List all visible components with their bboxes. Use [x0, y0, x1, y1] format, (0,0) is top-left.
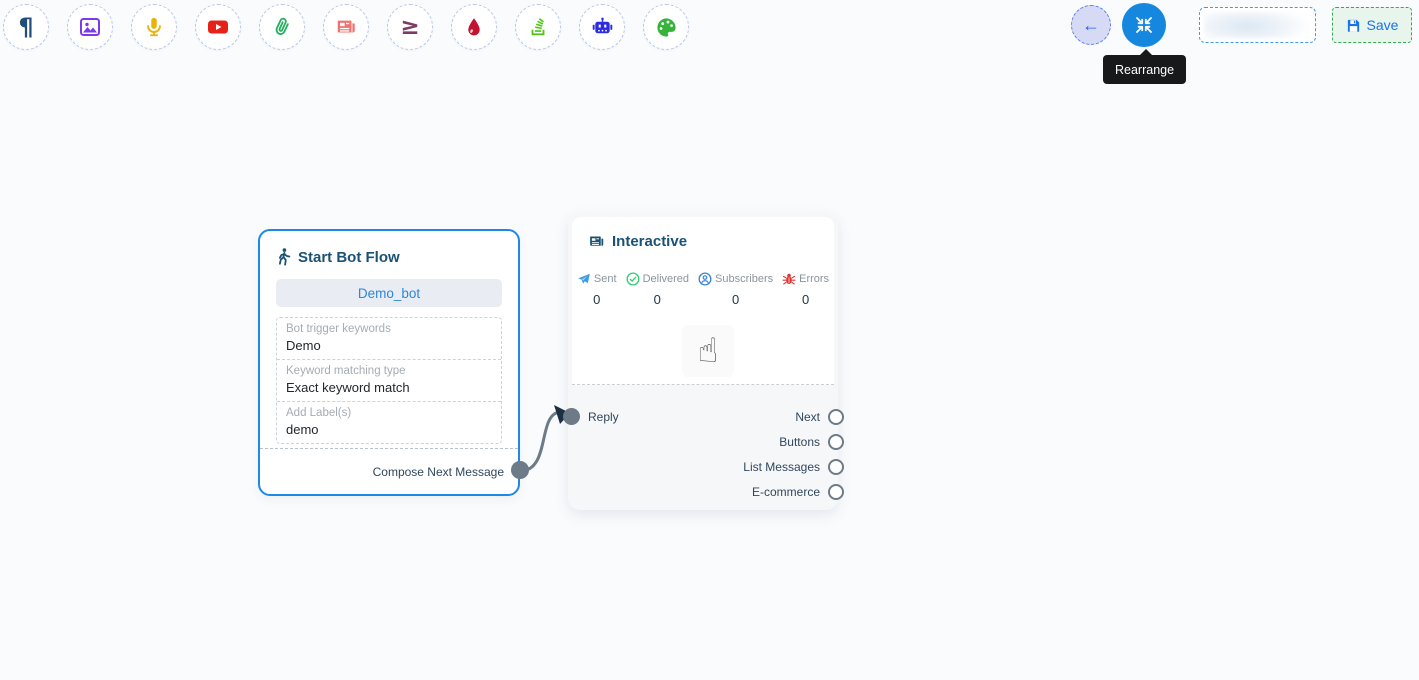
redacted-text [1204, 12, 1311, 38]
stat-value: 0 [732, 292, 739, 307]
stat-subscribers: Subscribers 0 [698, 272, 773, 307]
sequence-icon[interactable] [515, 4, 561, 50]
subscriber-icon [698, 272, 712, 286]
start-node-footer: Compose Next Message [260, 448, 518, 494]
stat-errors: Errors 0 [782, 272, 829, 307]
output-label: List Messages [743, 460, 820, 474]
output-ecommerce: E-commerce [752, 484, 838, 500]
check-circle-icon [626, 272, 640, 286]
audio-icon-glyph [143, 16, 165, 38]
interactive-sockets: Reply Next Buttons List Messages E-comme… [568, 386, 838, 510]
palette-icon[interactable] [643, 4, 689, 50]
text-icon[interactable]: ¶ [3, 4, 49, 50]
back-button[interactable]: ← [1071, 5, 1111, 45]
drip-icon-glyph [463, 16, 485, 38]
field-value: Demo [286, 338, 492, 353]
interactive-node[interactable]: Interactive Sent 0 [568, 213, 838, 510]
output-label: E-commerce [752, 485, 820, 499]
save-button-label: Save [1367, 17, 1399, 33]
component-toolbar: ¶ [3, 4, 689, 50]
interactive-stats: Sent 0 Delivered 0 [572, 272, 834, 307]
rearrange-button[interactable] [1122, 3, 1166, 47]
stat-value: 0 [593, 292, 600, 307]
condition-icon[interactable]: ≥ [387, 4, 433, 50]
palette-icon-glyph [655, 16, 678, 39]
text-icon-glyph: ¶ [18, 15, 33, 39]
list-messages-output-socket[interactable] [828, 459, 844, 475]
start-node-fields: Bot trigger keywords Demo Keyword matchi… [276, 317, 502, 444]
interactive-card-icon [588, 233, 605, 250]
save-button[interactable]: Save [1332, 7, 1412, 43]
field-bot-trigger-keywords[interactable]: Bot trigger keywords Demo [277, 318, 501, 359]
back-arrow-icon: ← [1082, 15, 1100, 36]
start-bot-flow-node[interactable]: Start Bot Flow Demo_bot Bot trigger keyw… [258, 229, 520, 496]
flow-name-input[interactable] [1199, 7, 1316, 43]
field-label: Keyword matching type [286, 365, 492, 377]
stat-delivered: Delivered 0 [626, 272, 689, 307]
field-value: demo [286, 422, 492, 437]
stat-value: 0 [802, 292, 809, 307]
card-icon-glyph [335, 16, 357, 38]
next-output-socket[interactable] [828, 409, 844, 425]
bot-name-field[interactable]: Demo_bot [276, 279, 502, 307]
node-hover-area[interactable]: ☝ [682, 325, 734, 377]
image-icon[interactable] [67, 4, 113, 50]
compress-icon [1135, 16, 1153, 34]
start-node-header: Start Bot Flow [260, 231, 518, 266]
buttons-output-socket[interactable] [828, 434, 844, 450]
stat-label: Errors [799, 273, 829, 285]
save-icon [1346, 18, 1361, 33]
rearrange-tooltip-label: Rearrange [1115, 63, 1174, 77]
output-list-messages: List Messages [743, 459, 838, 475]
reply-label: Reply [588, 410, 619, 424]
output-label: Buttons [779, 435, 820, 449]
start-node-title: Start Bot Flow [298, 249, 400, 266]
stat-value: 0 [654, 292, 661, 307]
stat-label: Subscribers [715, 273, 773, 285]
stat-sent: Sent 0 [577, 272, 617, 307]
video-icon[interactable] [195, 4, 241, 50]
field-label: Add Label(s) [286, 407, 492, 419]
sequence-icon-glyph [527, 16, 549, 38]
card-icon[interactable] [323, 4, 369, 50]
condition-icon-glyph: ≥ [400, 16, 419, 39]
stat-label: Sent [594, 273, 617, 285]
compose-next-message-socket[interactable] [511, 461, 529, 479]
reply-input-socket[interactable] [563, 408, 580, 425]
audio-icon[interactable] [131, 4, 177, 50]
ecommerce-output-socket[interactable] [828, 484, 844, 500]
interactive-node-title: Interactive [612, 233, 687, 250]
walking-person-icon [276, 248, 291, 266]
field-keyword-matching-type[interactable]: Keyword matching type Exact keyword matc… [277, 359, 501, 401]
image-icon-glyph [79, 16, 101, 38]
compose-next-message-label: Compose Next Message [373, 465, 504, 479]
output-next: Next [795, 409, 838, 425]
field-label: Bot trigger keywords [286, 323, 492, 335]
output-buttons: Buttons [779, 434, 838, 450]
stat-label: Delivered [643, 273, 689, 285]
field-add-labels[interactable]: Add Label(s) demo [277, 401, 501, 443]
paper-plane-icon [577, 272, 591, 286]
bot-name-value: Demo_bot [358, 286, 420, 301]
flow-canvas[interactable]: ¶ [0, 0, 1419, 680]
output-label: Next [795, 410, 820, 424]
video-icon-glyph [206, 15, 230, 39]
drip-icon[interactable] [451, 4, 497, 50]
interactive-node-header: Interactive [572, 217, 834, 250]
bug-icon [782, 272, 796, 286]
rearrange-tooltip: Rearrange [1103, 55, 1186, 84]
attachment-icon[interactable] [259, 4, 305, 50]
hand-cursor-icon: ☝ [698, 334, 719, 368]
bot-icon-glyph [591, 16, 614, 39]
field-value: Exact keyword match [286, 380, 492, 395]
interactive-node-body: Interactive Sent 0 [572, 217, 834, 385]
bot-icon[interactable] [579, 4, 625, 50]
attachment-icon-glyph [271, 16, 293, 38]
